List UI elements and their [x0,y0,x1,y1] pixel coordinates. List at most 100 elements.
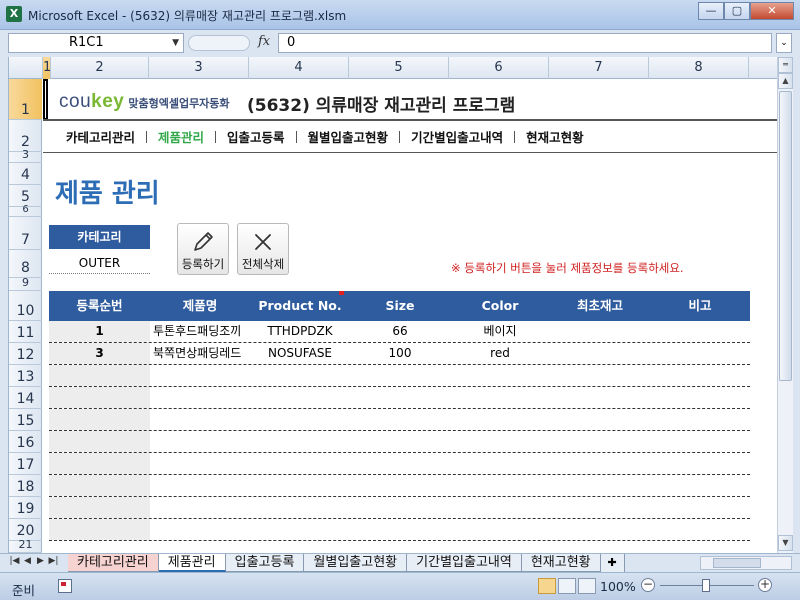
prev-sheet-icon[interactable]: ◀ [21,556,34,566]
row-header[interactable]: 21 [9,538,42,553]
cell-product-name[interactable]: 투톤후드패딩조끼 [153,321,250,342]
formula-input[interactable]: 0 [278,33,772,53]
tab-category[interactable]: 카테고리관리 [68,554,159,572]
formula-cancel-enter[interactable] [188,35,250,51]
column-header[interactable]: 7 [549,57,649,79]
normal-view-icon[interactable] [538,578,556,594]
table-row[interactable]: 1 투톤후드패딩조끼 TTHDPDZK 66 베이지 [49,321,750,343]
cell-product-name[interactable]: 북쪽면상패딩레드 [153,343,250,364]
column-header[interactable]: 6 [449,57,549,79]
tab-current-stock[interactable]: 현재고현황 [521,554,601,572]
register-button[interactable]: 등록하기 [177,223,229,275]
column-header[interactable]: 2 [51,57,149,79]
row-header[interactable]: 10 [9,291,42,321]
minimize-button[interactable]: — [698,2,724,20]
formula-tools: fx [186,33,276,53]
row-header[interactable]: 7 [9,217,42,250]
insert-sheet-icon[interactable]: ✚ [600,554,625,572]
row-header[interactable]: 16 [9,431,42,453]
table-row[interactable] [49,409,750,431]
row-header[interactable]: 13 [9,365,42,387]
row-header[interactable]: 18 [9,475,42,497]
select-all-corner[interactable] [9,57,43,79]
nav-current-stock[interactable]: 현재고현황 [515,127,595,146]
vertical-scrollbar[interactable]: ═ ▲ ▼ [777,57,793,553]
table-row[interactable] [49,387,750,409]
nav-products[interactable]: 제품관리 [147,127,215,146]
row-header[interactable]: 17 [9,453,42,475]
tab-period-history[interactable]: 기간별입출고내역 [407,554,522,572]
tab-products[interactable]: 제품관리 [158,554,226,572]
tab-navigation: |◀ ◀ ▶ ▶| [8,556,60,566]
expand-formula-bar-icon[interactable]: ⌄ [776,33,792,53]
nav-category[interactable]: 카테고리관리 [55,127,146,146]
col-product-no: Product No. [258,298,342,313]
row-header[interactable]: 9 [9,276,42,291]
close-button[interactable]: ✕ [750,2,794,20]
row-header[interactable]: 11 [9,321,42,343]
delete-all-button[interactable]: 전체삭제 [237,223,289,275]
zoom-in-icon[interactable]: + [758,578,772,592]
next-sheet-icon[interactable]: ▶ [34,556,47,566]
row-header[interactable]: 6 [9,204,42,217]
table-row[interactable] [49,365,750,387]
cell-color[interactable]: red [450,343,550,364]
row-header[interactable]: 8 [9,250,42,278]
active-cell[interactable] [43,79,48,120]
column-header[interactable]: 8 [649,57,749,79]
comment-indicator[interactable] [339,291,344,295]
scroll-up-icon[interactable]: ▲ [778,73,793,89]
column-header[interactable]: 1 [43,57,51,79]
tab-monthly-status[interactable]: 월별입출고현황 [304,554,408,572]
row-header[interactable]: 4 [9,163,42,185]
scroll-down-icon[interactable]: ▼ [778,535,793,551]
column-header[interactable]: 3 [149,57,249,79]
last-sheet-icon[interactable]: ▶| [47,556,60,566]
category-value[interactable]: OUTER [49,252,150,274]
maximize-button[interactable]: ▢ [724,2,750,20]
hscroll-thumb[interactable] [713,558,761,568]
first-sheet-icon[interactable]: |◀ [8,556,21,566]
zoom-slider-thumb[interactable] [702,579,710,592]
table-row[interactable] [49,497,750,519]
cell-size[interactable]: 66 [350,321,450,342]
table-row[interactable]: 3 북쪽면상패딩레드 NOSUFASE 100 red [49,343,750,365]
cell-product-no[interactable]: TTHDPDZK [250,321,350,342]
row-number-cell [49,519,150,540]
row-header[interactable]: 14 [9,387,42,409]
column-header[interactable]: 4 [249,57,349,79]
nav-period-history[interactable]: 기간별입출고내역 [400,127,514,146]
zoom-out-icon[interactable]: − [641,578,655,592]
row-header[interactable]: 1 [9,79,42,120]
macro-record-icon[interactable] [58,579,72,593]
name-box[interactable]: R1C1 ▼ [8,33,184,53]
row-header[interactable]: 12 [9,343,42,365]
scroll-thumb[interactable] [779,91,792,381]
cell-reg-no[interactable]: 3 [49,343,150,364]
sheet-content[interactable]: coukey 맞춤형엑셀업무자동화 (5632) 의류매장 재고관리 프로그램 … [43,79,777,553]
page-layout-view-icon[interactable] [558,578,576,594]
excel-icon[interactable]: X [6,6,22,22]
insert-function-icon[interactable]: fx [258,34,270,49]
row-header[interactable]: 3 [9,148,42,163]
cell-size[interactable]: 100 [350,343,450,364]
row-header[interactable]: 15 [9,409,42,431]
zoom-level[interactable]: 100% [600,579,636,594]
column-header[interactable]: 5 [349,57,449,79]
cell-product-no[interactable]: NOSUFASE [250,343,350,364]
cell-color[interactable]: 베이지 [450,321,550,342]
table-row[interactable] [49,453,750,475]
cell-reg-no[interactable]: 1 [49,321,150,342]
table-row[interactable] [49,431,750,453]
row-number-cell [49,409,150,430]
page-break-view-icon[interactable] [578,578,596,594]
row-header[interactable]: 19 [9,497,42,519]
nav-monthly-status[interactable]: 월별입출고현황 [297,127,400,146]
chevron-down-icon[interactable]: ▼ [172,34,179,52]
tab-stock-entry[interactable]: 입출고등록 [225,554,305,572]
horizontal-scrollbar[interactable] [700,556,792,570]
nav-stock-entry[interactable]: 입출고등록 [216,127,296,146]
table-row[interactable] [49,475,750,497]
table-row[interactable] [49,519,750,541]
split-handle-icon[interactable]: ═ [778,57,793,73]
